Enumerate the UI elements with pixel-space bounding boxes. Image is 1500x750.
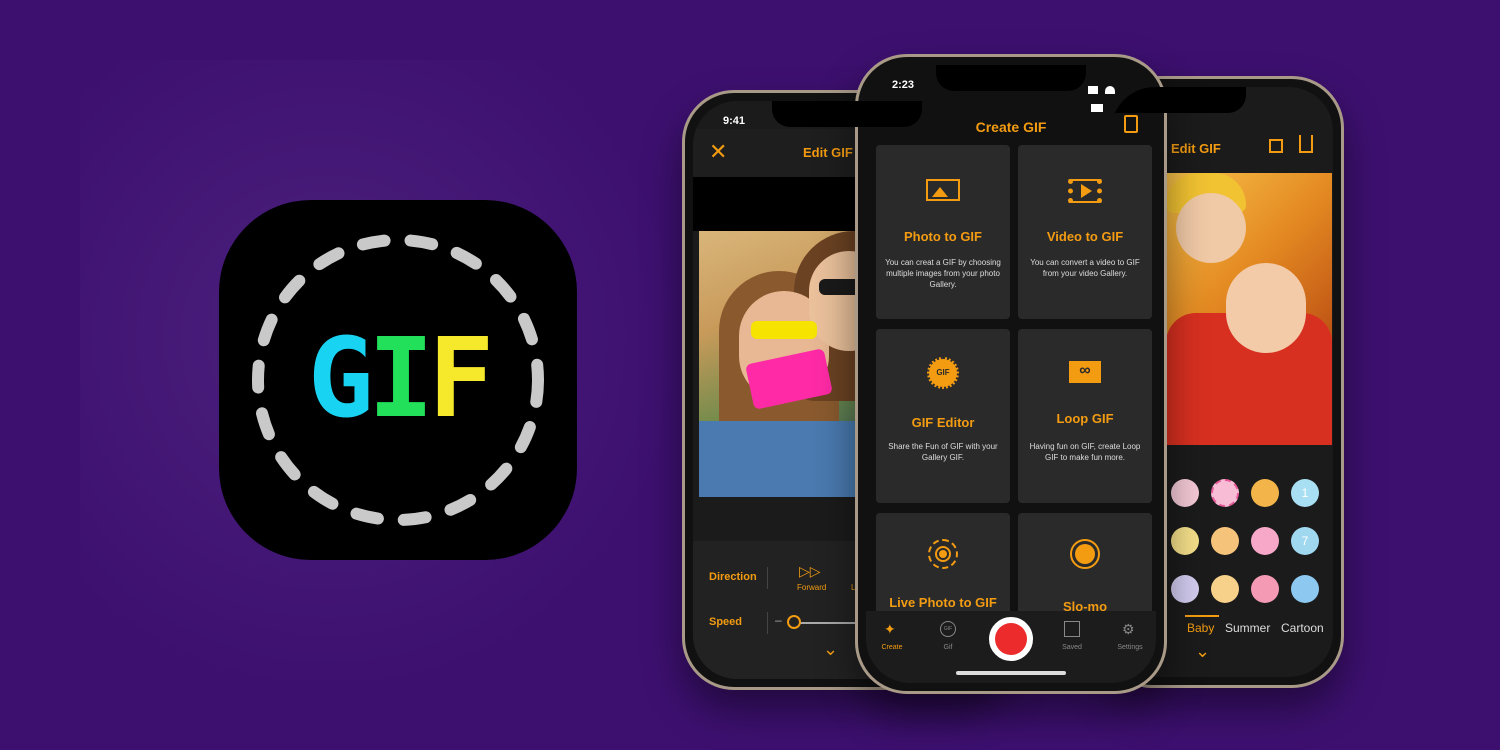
gear-icon[interactable]: ⚙ — [1122, 621, 1138, 637]
card-gif-editor[interactable]: GIF GIF Editor Share the Fun of GIF with… — [876, 329, 1010, 503]
category-tab-summer[interactable]: Summer — [1225, 621, 1270, 635]
direction-label: Direction — [709, 571, 757, 583]
gif-letter-g: G — [307, 314, 374, 442]
tab-create[interactable]: Create — [872, 644, 912, 651]
sticker[interactable] — [1171, 575, 1199, 603]
speed-minus[interactable]: – — [775, 613, 782, 627]
sticker[interactable] — [1291, 575, 1319, 603]
card-description: You can convert a video to GIF from your… — [1030, 258, 1140, 278]
share-icon[interactable] — [1299, 135, 1313, 153]
sticker-number[interactable]: 1 — [1291, 479, 1319, 507]
divider — [767, 567, 768, 589]
category-tab-cartoon[interactable]: Cartoon — [1281, 621, 1324, 635]
notch — [772, 101, 922, 127]
app-icon: GIF — [219, 200, 577, 560]
card-title: Live Photo to GIF — [889, 595, 997, 610]
phone-create-gif-center: 2:23 Create GIF Photo to GIF You can cre… — [855, 54, 1167, 694]
home-indicator — [956, 671, 1066, 675]
card-description: You can creat a GIF by choosing multiple… — [885, 258, 1001, 289]
bottom-tab-bar: ✦ Create GIF Gif Saved ⚙ Settings — [866, 611, 1156, 683]
card-description: Share the Fun of GIF with your Gallery G… — [888, 442, 998, 462]
chevron-down-icon[interactable]: ⌄ — [823, 639, 838, 660]
gif-letter-i: I — [367, 314, 434, 442]
grid-icon[interactable] — [1269, 139, 1283, 153]
right-page-title: Edit GIF — [1171, 141, 1221, 156]
card-photo-to-gif[interactable]: Photo to GIF You can creat a GIF by choo… — [876, 145, 1010, 319]
video-icon — [1068, 179, 1102, 203]
image-icon — [926, 179, 960, 201]
forward-icon[interactable]: ▷▷ — [799, 563, 821, 580]
gif-tab-icon[interactable]: GIF — [940, 621, 956, 637]
notch — [936, 65, 1086, 91]
sparkle-icon[interactable]: ✦ — [884, 621, 900, 637]
sticker[interactable] — [1251, 575, 1279, 603]
tab-settings[interactable]: Settings — [1110, 644, 1150, 651]
notch — [1111, 87, 1246, 113]
chevron-down-icon[interactable]: ⌄ — [1195, 641, 1210, 662]
speed-slider-knob[interactable] — [787, 615, 801, 629]
status-time: 9:41 — [723, 115, 746, 127]
sticker[interactable] — [1251, 479, 1279, 507]
card-live-photo-to-gif[interactable]: Live Photo to GIF — [876, 513, 1010, 625]
record-button[interactable] — [989, 617, 1033, 661]
sticker[interactable] — [1211, 479, 1239, 507]
live-photo-icon — [928, 539, 958, 569]
tab-saved[interactable]: Saved — [1052, 644, 1092, 651]
status-time: 2:23 — [892, 79, 915, 91]
card-loop-gif[interactable]: ∞ Loop GIF Having fun on GIF, create Loo… — [1018, 329, 1152, 503]
center-phone-screen: 2:23 Create GIF Photo to GIF You can cre… — [866, 65, 1156, 683]
left-page-title: Edit GIF — [803, 145, 853, 160]
active-tab-underline — [1185, 615, 1219, 617]
card-title: Video to GIF — [1046, 229, 1124, 244]
sticker[interactable] — [1251, 527, 1279, 555]
divider — [767, 612, 768, 634]
sticker[interactable] — [1211, 575, 1239, 603]
card-title: Loop GIF — [1056, 411, 1114, 426]
close-icon[interactable]: ✕ — [709, 139, 727, 165]
sticker-number[interactable]: 7 — [1291, 527, 1319, 555]
card-title: Photo to GIF — [904, 229, 982, 244]
tab-gif[interactable]: Gif — [928, 644, 968, 651]
sticker[interactable] — [1171, 479, 1199, 507]
app-icon-gif-text: GIF — [219, 318, 577, 438]
card-slo-mo[interactable]: Slo-mo — [1018, 513, 1152, 625]
gif-letter-f: F — [428, 314, 494, 442]
gif-badge-icon: GIF — [927, 357, 959, 389]
category-tab-baby[interactable]: Baby — [1187, 621, 1214, 635]
saved-icon[interactable] — [1064, 621, 1080, 637]
loop-icon: ∞ — [1069, 361, 1101, 383]
family-photo — [1166, 173, 1332, 445]
card-description: Having fun on GIF, create Loop GIF to ma… — [1029, 442, 1141, 462]
forward-option[interactable]: Forward — [797, 583, 826, 592]
sticker[interactable] — [1171, 527, 1199, 555]
card-video-to-gif[interactable]: Video to GIF You can convert a video to … — [1018, 145, 1152, 319]
slomo-icon — [1070, 539, 1100, 569]
card-title: GIF Editor — [911, 415, 975, 430]
speed-label: Speed — [709, 616, 743, 628]
sticker[interactable] — [1211, 527, 1239, 555]
shopping-bag-icon[interactable] — [1124, 115, 1138, 133]
